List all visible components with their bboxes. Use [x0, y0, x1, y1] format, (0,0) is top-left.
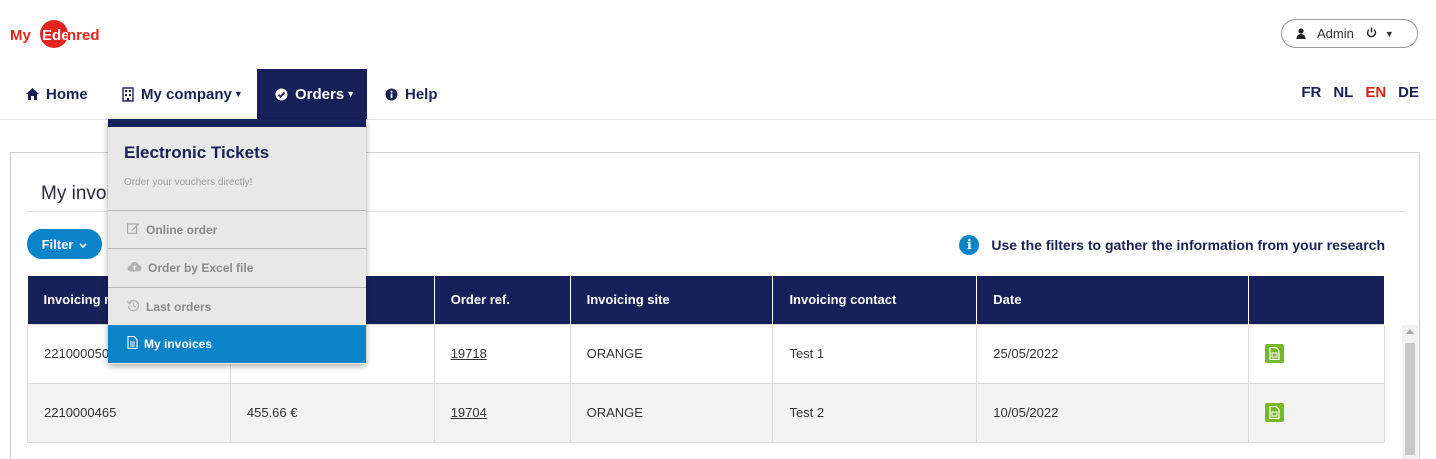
dropdown-title: Electronic Tickets — [124, 143, 270, 162]
cell-download — [1248, 323, 1385, 384]
nav-home[interactable]: Home — [26, 69, 88, 119]
nav-my-company-label: My company — [141, 85, 232, 103]
col-download — [1248, 276, 1385, 324]
cell-order-ref: 19704 — [433, 382, 571, 443]
svg-text:My: My — [10, 27, 31, 44]
cloud-upload-icon — [127, 261, 142, 275]
scrollbar-thumb[interactable] — [1405, 343, 1415, 455]
caret-down-icon: ▼ — [233, 89, 243, 99]
nav-my-company[interactable]: My company ▼ — [122, 69, 243, 119]
menu-item-label: Online order — [146, 222, 218, 237]
cell-amount: 455.66 € — [229, 382, 435, 443]
filter-label: Filter — [41, 236, 74, 252]
menu-item-my-invoices[interactable]: My invoices — [108, 325, 366, 363]
main-nav: Home My company ▼ Orders ▼ Help — [0, 69, 1436, 119]
chevron-down-icon — [79, 237, 87, 252]
dropdown-top-bar — [108, 119, 366, 127]
lang-fr[interactable]: FR — [1301, 84, 1321, 101]
user-name: Admin — [1317, 26, 1354, 41]
svg-text:Ede: Ede — [42, 27, 70, 44]
nav-home-label: Home — [46, 85, 88, 103]
info-icon — [385, 88, 398, 101]
menu-item-online-order[interactable]: Online order — [108, 210, 366, 248]
info-circle-icon: i — [959, 235, 980, 255]
cell-contact: Test 1 — [772, 323, 978, 384]
info-text: Use the filters to gather the informatio… — [991, 237, 1385, 253]
lang-en[interactable]: EN — [1365, 84, 1386, 101]
chevron-down-icon: ▼ — [1384, 28, 1394, 39]
col-invoicing-site[interactable]: Invoicing site — [570, 276, 774, 324]
cell-invoice-ref: 2210000465 — [27, 382, 231, 443]
check-circle-icon — [275, 88, 288, 101]
nav-help[interactable]: Help — [385, 69, 438, 119]
table-row: 2210000465 455.66 € 19704 ORANGE Test 2 … — [27, 382, 1385, 443]
nav-orders[interactable]: Orders ▼ — [257, 69, 367, 119]
col-invoicing-contact[interactable]: Invoicing contact — [772, 276, 978, 324]
building-icon — [122, 86, 134, 102]
cell-date: 10/05/2022 — [976, 382, 1250, 443]
lang-nl[interactable]: NL — [1333, 84, 1353, 101]
menu-item-label: My invoices — [144, 337, 213, 351]
pdf-download-icon[interactable] — [1265, 403, 1285, 422]
svg-text:nred: nred — [67, 27, 100, 44]
dropdown-subtitle: Order your vouchers directly! — [124, 177, 253, 188]
menu-item-label: Last orders — [146, 299, 212, 314]
pdf-download-icon[interactable] — [1265, 344, 1285, 363]
edit-icon — [127, 222, 140, 237]
col-order-ref[interactable]: Order ref. — [434, 276, 571, 324]
home-icon — [26, 88, 39, 100]
user-menu[interactable]: Admin ▼ — [1281, 19, 1418, 48]
cell-order-ref: 19718 — [433, 323, 571, 384]
cell-date: 25/05/2022 — [976, 323, 1250, 384]
lang-de[interactable]: DE — [1398, 84, 1419, 101]
scroll-up-arrow-icon[interactable] — [1406, 329, 1414, 334]
table-scrollbar[interactable] — [1402, 325, 1418, 459]
menu-item-last-orders[interactable]: Last orders — [108, 287, 366, 325]
history-icon — [127, 299, 140, 315]
nav-help-label: Help — [405, 85, 438, 103]
menu-item-label: Order by Excel file — [148, 260, 254, 275]
edenred-logo[interactable]: My Ede nred — [10, 19, 102, 51]
power-icon[interactable] — [1366, 26, 1377, 41]
filter-button[interactable]: Filter — [27, 229, 102, 259]
order-ref-link[interactable]: 19718 — [451, 346, 487, 361]
cell-contact: Test 2 — [772, 382, 978, 443]
orders-dropdown-menu: Electronic Tickets Order your vouchers d… — [108, 119, 366, 364]
info-note: i Use the filters to gather the informat… — [959, 235, 1385, 255]
caret-down-icon: ▼ — [346, 89, 356, 99]
order-ref-link[interactable]: 19704 — [451, 405, 487, 420]
language-switcher: FR NL EN DE — [1301, 84, 1419, 101]
menu-item-order-by-excel[interactable]: Order by Excel file — [108, 248, 366, 286]
nav-orders-label: Orders — [295, 85, 345, 103]
cell-download — [1248, 382, 1385, 443]
user-icon — [1294, 28, 1308, 39]
cell-site: ORANGE — [569, 323, 774, 384]
cell-site: ORANGE — [569, 382, 774, 443]
col-date[interactable]: Date — [976, 276, 1250, 324]
file-icon — [127, 335, 138, 352]
